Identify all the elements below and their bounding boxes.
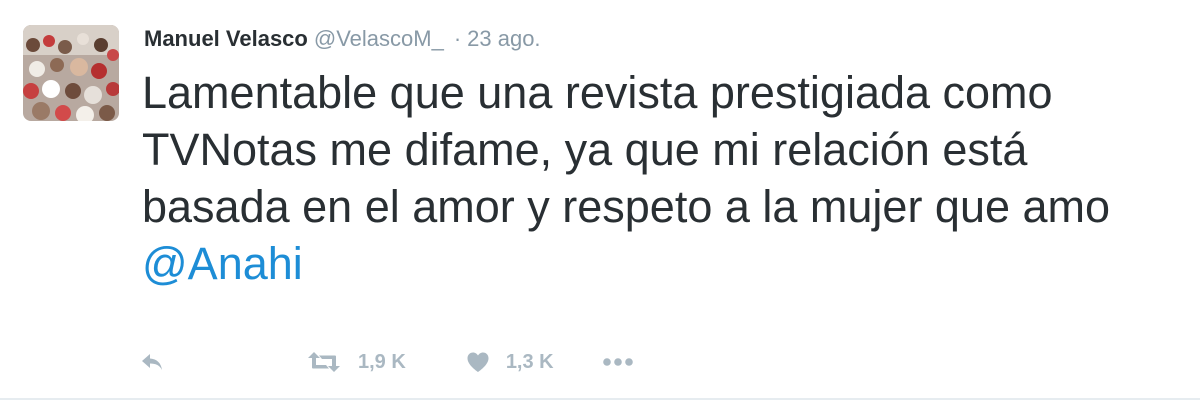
tweet[interactable]: Manuel Velasco @VelascoM_ · 23 ago. Lamenta… bbox=[0, 0, 1200, 408]
retweet-count: 1,9 K bbox=[358, 350, 406, 373]
tweet-divider bbox=[0, 398, 1200, 400]
heart-icon bbox=[466, 351, 490, 373]
retweet-button[interactable]: 1,9 K bbox=[306, 351, 406, 374]
header-separator: · bbox=[453, 26, 462, 51]
avatar[interactable] bbox=[23, 25, 119, 121]
reply-button[interactable] bbox=[140, 352, 182, 372]
tweet-header: Manuel Velasco @VelascoM_ · 23 ago. bbox=[144, 24, 541, 54]
mention-link[interactable]: @Anahi bbox=[142, 238, 303, 289]
more-icon bbox=[602, 357, 634, 367]
avatar-photo bbox=[23, 25, 119, 121]
tweet-actions: 1,9 K 1,3 K bbox=[140, 344, 634, 380]
tweet-text: Lamentable que una revista prestigiada c… bbox=[142, 64, 1182, 292]
like-button[interactable]: 1,3 K bbox=[466, 351, 554, 374]
tweet-timestamp[interactable]: 23 ago. bbox=[467, 26, 540, 51]
retweet-icon bbox=[306, 351, 342, 373]
author-name[interactable]: Manuel Velasco bbox=[144, 26, 308, 51]
more-button[interactable] bbox=[602, 357, 634, 367]
author-handle[interactable]: @VelascoM_ bbox=[314, 26, 444, 51]
tweet-body: Lamentable que una revista prestigiada c… bbox=[142, 67, 1111, 232]
reply-icon bbox=[140, 352, 164, 372]
like-count: 1,3 K bbox=[505, 350, 554, 373]
